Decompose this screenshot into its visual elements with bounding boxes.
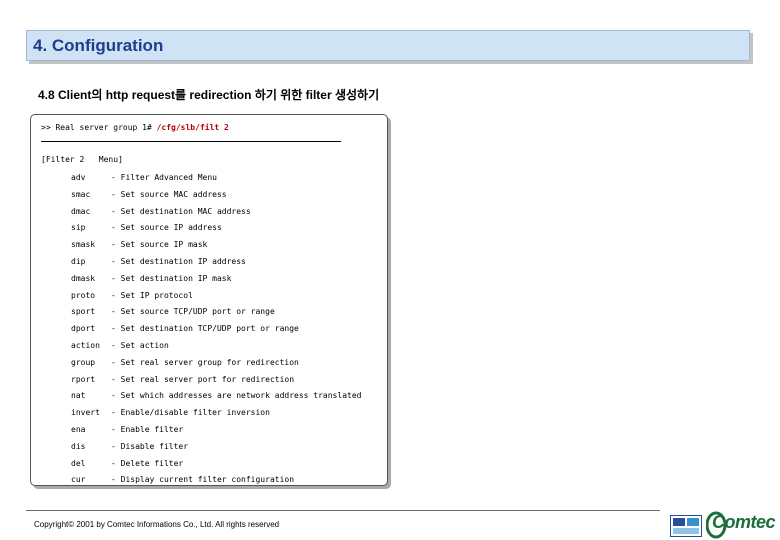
- copyright-text: Copyright© 2001 by Comtec Informations C…: [34, 520, 280, 529]
- menu-command: dip: [71, 256, 86, 266]
- menu-description: - Set source IP mask: [111, 240, 208, 250]
- menu-command: invert: [71, 408, 100, 418]
- slide-title: 4. Configuration: [33, 36, 164, 55]
- menu-command: del: [71, 458, 86, 468]
- menu-description: - Enable filter: [111, 424, 184, 434]
- menu-command: dmac: [71, 206, 91, 216]
- menu-command: dport: [71, 324, 96, 334]
- menu-command: sport: [71, 307, 96, 317]
- menu-description: - Set destination MAC address: [111, 206, 251, 216]
- menu-description: - Set source IP address: [111, 223, 222, 233]
- terminal-divider: [41, 141, 341, 142]
- menu-description: - Set source TCP/UDP port or range: [111, 307, 275, 317]
- menu-description: - Set real server group for redirection: [111, 357, 299, 367]
- menu-description: - Set action: [111, 340, 169, 350]
- menu-description: - Enable/disable filter inversion: [111, 408, 270, 418]
- menu-description: - Set destination IP mask: [111, 273, 232, 283]
- menu-description: - Display current filter configuration: [111, 475, 295, 485]
- menu-command: cur: [71, 475, 86, 485]
- menu-command: smask: [71, 240, 96, 250]
- menu-command: nat: [71, 391, 86, 401]
- menu-command: ena: [71, 424, 86, 434]
- section-heading: 4.8 Client의 http request를 redirection 하기…: [38, 88, 380, 102]
- menu-command: group: [71, 357, 96, 367]
- menu-command: proto: [71, 290, 96, 300]
- menu-description: - Disable filter: [111, 441, 189, 451]
- menu-description: - Set real server port for redirection: [111, 374, 295, 384]
- menu-description: - Delete filter: [111, 458, 184, 468]
- menu-command: adv: [71, 173, 86, 182]
- logo-wordmark: Comtec: [712, 512, 776, 532]
- menu-command: action: [71, 340, 100, 350]
- menu-description: - Set destination TCP/UDP port or range: [111, 324, 299, 334]
- slide-title-bar: 4. Configuration: [26, 30, 750, 61]
- command-prompt: >> Real server group 1#: [41, 123, 157, 132]
- command-path: /cfg/slb/filt 2: [156, 123, 229, 132]
- company-emblem-icon: [670, 515, 702, 537]
- command-line: >> Real server group 1# /cfg/slb/filt 2: [41, 123, 229, 132]
- footer-divider: [26, 510, 660, 511]
- menu-description: - Set source MAC address: [111, 189, 227, 199]
- menu-command: dmask: [71, 273, 96, 283]
- menu-command: sip: [71, 223, 86, 233]
- menu-description: - Set which addresses are network addres…: [111, 391, 362, 401]
- menu-command: smac: [71, 189, 91, 199]
- menu-command: rport: [71, 374, 96, 384]
- menu-description: - Set IP protocol: [111, 290, 193, 300]
- menu-header: [Filter 2 Menu]: [41, 155, 123, 164]
- menu-command: dis: [71, 441, 86, 451]
- menu-description: - Filter Advanced Menu: [111, 173, 217, 182]
- menu-description: - Set destination IP address: [111, 256, 246, 266]
- terminal-box: >> Real server group 1# /cfg/slb/filt 2 …: [30, 114, 388, 486]
